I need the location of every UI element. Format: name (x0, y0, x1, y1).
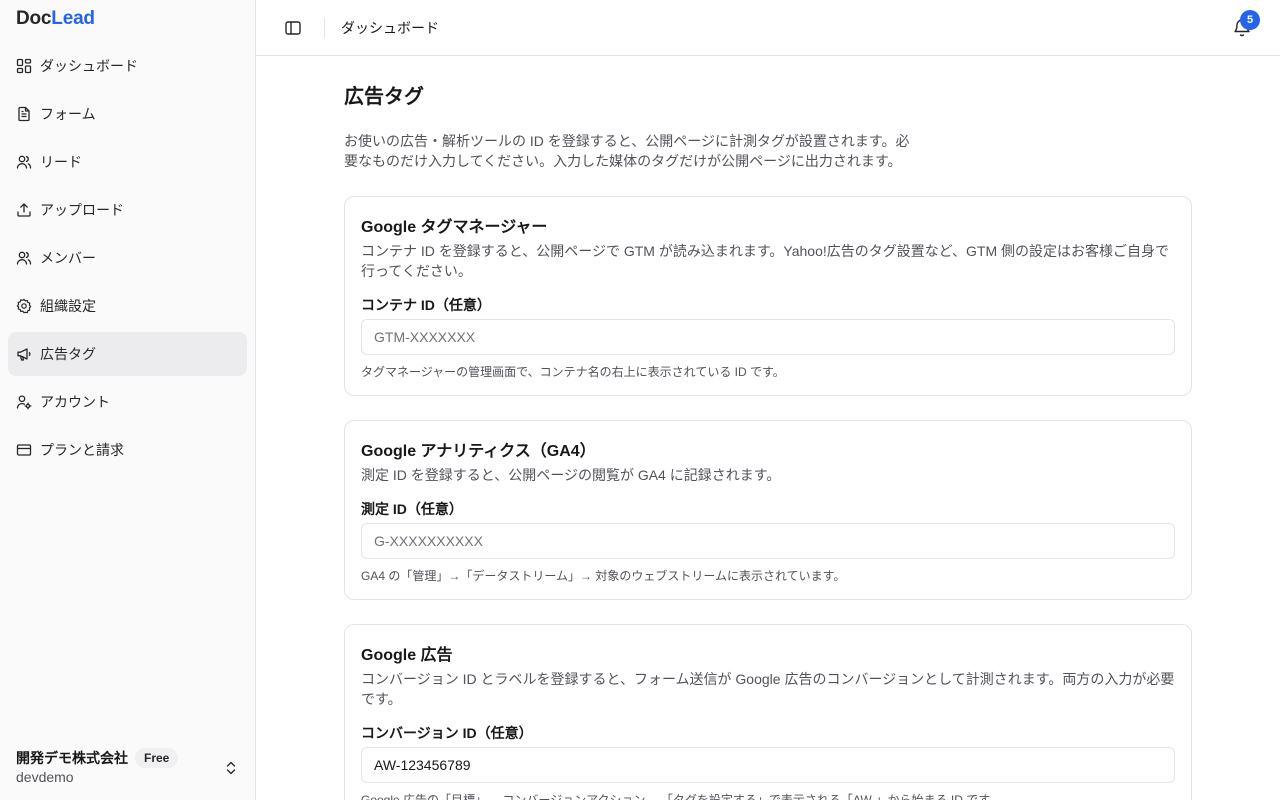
sidebar-item-label: アップロード (40, 202, 124, 218)
gear-icon (16, 298, 32, 314)
sidebar-item-members[interactable]: メンバー (8, 236, 247, 280)
user-cog-icon (16, 394, 32, 410)
sidebar-toggle-icon[interactable] (284, 19, 302, 37)
card-description: コンテナ ID を登録すると、公開ページで GTM が読み込まれます。Yahoo… (361, 243, 1170, 279)
field-hint: Google 広告の「目標」→ コンバージョンアクション →「タグを設定する」で… (361, 793, 1001, 800)
brand-logo-part1: Doc (16, 8, 52, 29)
org-switcher[interactable]: 開発デモ株式会社 Free devdemo (16, 748, 240, 785)
brand-logo-part2: Lead (51, 8, 95, 29)
sidebar-item-org-settings[interactable]: 組織設定 (8, 284, 247, 328)
field-hint: GA4 の「管理」→「データストリーム」→ 対象のウェブストリームに表示されてい… (361, 569, 846, 583)
chevrons-up-down-icon[interactable] (224, 760, 238, 776)
org-slug: devdemo (16, 769, 74, 785)
google-ads-card: Google 広告 コンバージョン ID とラベルを登録すると、フォーム送信が … (344, 624, 1192, 800)
sidebar-item-label: リード (40, 154, 82, 170)
file-text-icon (16, 106, 32, 122)
credit-card-icon (16, 442, 32, 458)
card-title: Google アナリティクス（GA4） (361, 443, 596, 460)
sidebar-item-label: フォーム (40, 106, 96, 122)
sidebar-item-label: ダッシュボード (40, 58, 138, 74)
users-icon (16, 154, 32, 170)
sidebar-item-label: 広告タグ (40, 346, 96, 362)
sidebar-item-ad-tags[interactable]: 広告タグ (8, 332, 247, 376)
gtm-card: Google タグマネージャー コンテナ ID を登録すると、公開ページで GT… (344, 196, 1192, 396)
brand-logo[interactable]: DocLead (16, 8, 95, 30)
layout-dashboard-icon (16, 58, 32, 74)
sidebar-item-label: アカウント (40, 394, 110, 410)
megaphone-icon (16, 346, 32, 362)
sidebar-item-account[interactable]: アカウント (8, 380, 247, 424)
sidebar-item-forms[interactable]: フォーム (8, 92, 247, 136)
sidebar-item-upload[interactable]: アップロード (8, 188, 247, 232)
field-label: コンテナ ID（任意） (361, 297, 491, 313)
card-description: 測定 ID を登録すると、公開ページの閲覧が GA4 に記録されます。 (361, 467, 781, 483)
card-title: Google 広告 (361, 647, 453, 664)
notification-count-badge: 5 (1240, 10, 1260, 30)
conversion-id-input[interactable] (361, 747, 1175, 783)
field-label: コンバージョン ID（任意） (361, 725, 533, 741)
upload-icon (16, 202, 32, 218)
breadcrumb: ダッシュボード (341, 20, 439, 36)
users-icon (16, 250, 32, 266)
sidebar-nav: ダッシュボード フォーム リード アップロード メンバー 組織設定 広告タグ ア… (8, 44, 247, 476)
plan-badge: Free (135, 748, 179, 768)
header-divider (324, 18, 325, 38)
page-title: 広告タグ (344, 86, 424, 108)
sidebar-item-label: プランと請求 (40, 442, 124, 458)
org-name-row: 開発デモ株式会社 Free (16, 748, 240, 768)
org-name: 開発デモ株式会社 (16, 750, 128, 766)
sidebar-item-dashboard[interactable]: ダッシュボード (8, 44, 247, 88)
top-header: ダッシュボード 5 (256, 0, 1280, 56)
sidebar-item-label: 組織設定 (40, 298, 96, 314)
sidebar-item-label: メンバー (40, 250, 96, 266)
sidebar-item-billing[interactable]: プランと請求 (8, 428, 247, 472)
gtm-container-id-input[interactable] (361, 319, 1175, 355)
card-description: コンバージョン ID とラベルを登録すると、フォーム送信が Google 広告の… (361, 671, 1175, 707)
ga4-measurement-id-input[interactable] (361, 523, 1175, 559)
card-title: Google タグマネージャー (361, 219, 548, 236)
ga4-card: Google アナリティクス（GA4） 測定 ID を登録すると、公開ページの閲… (344, 420, 1192, 600)
sidebar-item-leads[interactable]: リード (8, 140, 247, 184)
field-label: 測定 ID（任意） (361, 501, 463, 517)
page-description: お使いの広告・解析ツールの ID を登録すると、公開ページに計測タグが設置されま… (344, 133, 910, 169)
field-hint: タグマネージャーの管理画面で、コンテナ名の右上に表示されている ID です。 (361, 365, 785, 379)
sidebar: DocLead ダッシュボード フォーム リード アップロード メンバー 組織設… (0, 0, 256, 800)
